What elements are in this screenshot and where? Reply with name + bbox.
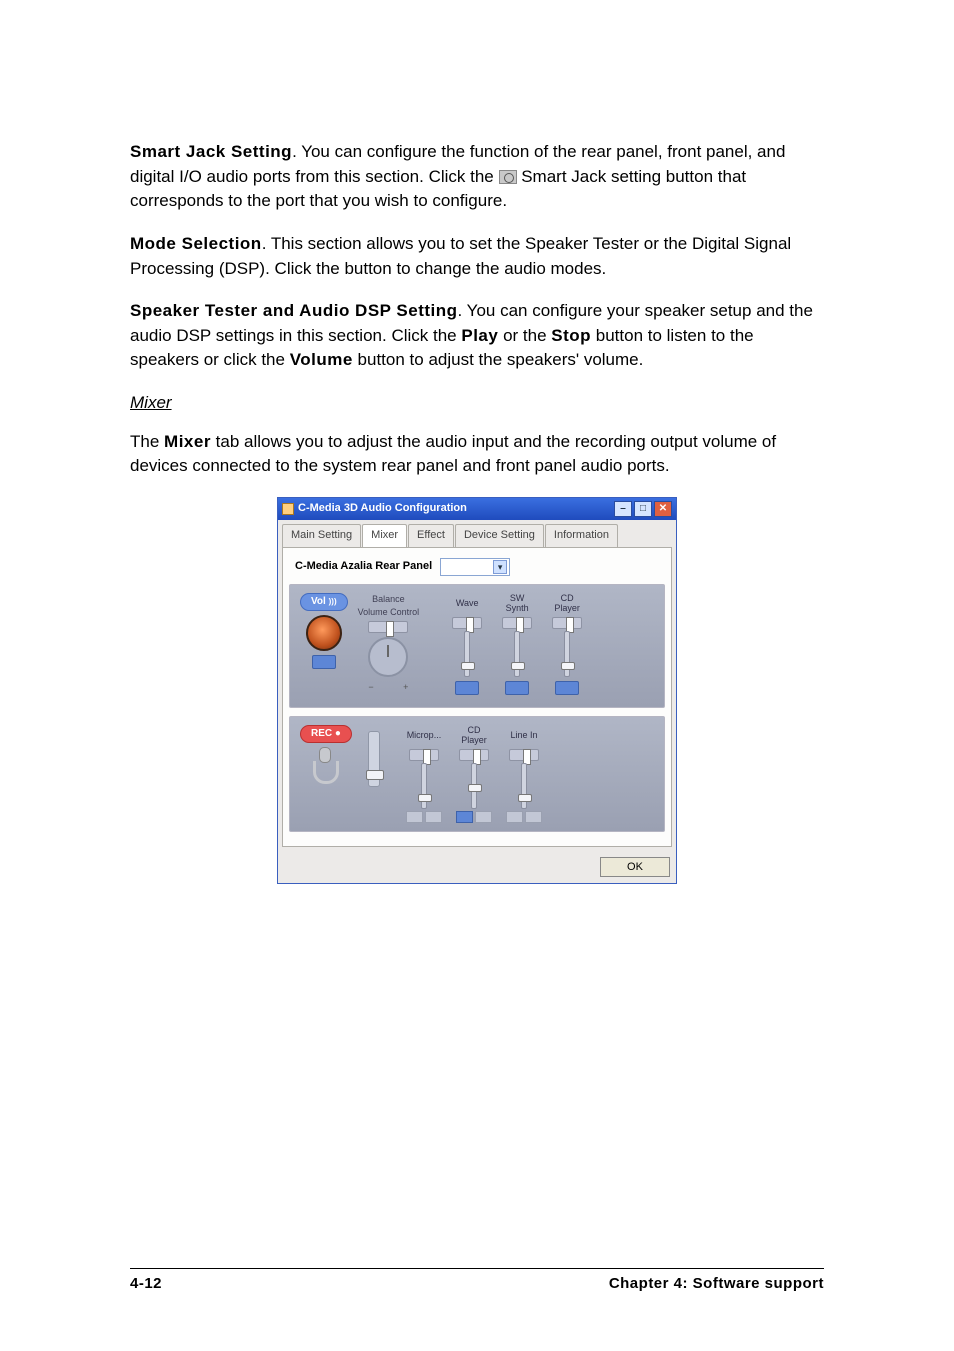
volume-control-col: Balance Volume Control −+ bbox=[358, 593, 420, 694]
linein-slider[interactable] bbox=[521, 763, 527, 809]
rec-cd-opt[interactable] bbox=[475, 811, 492, 823]
linein-balance[interactable] bbox=[509, 749, 539, 761]
rec-master-slider[interactable] bbox=[368, 731, 380, 787]
volume-control-label: Volume Control bbox=[358, 606, 420, 619]
paragraph-speaker-tester: Speaker Tester and Audio DSP Setting. Yo… bbox=[130, 299, 824, 373]
tab-mixer[interactable]: Mixer bbox=[362, 524, 407, 547]
device-select[interactable]: ▾ bbox=[440, 558, 510, 576]
micro-opt[interactable] bbox=[425, 811, 442, 823]
slider-micro: Microp... bbox=[406, 725, 442, 823]
tab-device-setting[interactable]: Device Setting bbox=[455, 524, 544, 547]
tab-body: C-Media Azalia Rear Panel ▾ Vol ))) Bala… bbox=[282, 547, 672, 847]
mixer-subheading: Mixer bbox=[130, 391, 824, 416]
volume-panel: Vol ))) Balance Volume Control −+ Wave bbox=[289, 584, 665, 708]
micro-balance[interactable] bbox=[409, 749, 439, 761]
volume-dial[interactable] bbox=[368, 637, 408, 677]
linein-mute[interactable] bbox=[506, 811, 523, 823]
balance-slider[interactable] bbox=[368, 621, 408, 633]
stop-label: Stop bbox=[551, 326, 591, 345]
smart-jack-icon bbox=[499, 170, 517, 184]
synth-mute[interactable] bbox=[505, 681, 529, 695]
linein-opt[interactable] bbox=[525, 811, 542, 823]
ok-button[interactable]: OK bbox=[600, 857, 670, 877]
text: or the bbox=[498, 326, 551, 345]
tab-main-setting[interactable]: Main Setting bbox=[282, 524, 361, 547]
play-label: Play bbox=[461, 326, 498, 345]
app-window: C-Media 3D Audio Configuration – □ ✕ Mai… bbox=[277, 497, 677, 884]
slider-rec-cd: CD Player bbox=[456, 725, 492, 823]
rec-cd-balance[interactable] bbox=[459, 749, 489, 761]
heading-mode-selection: Mode Selection bbox=[130, 234, 262, 253]
rec-master-col bbox=[362, 725, 386, 789]
device-select-row: C-Media Azalia Rear Panel ▾ bbox=[289, 554, 665, 584]
paragraph-smart-jack: Smart Jack Setting. You can configure th… bbox=[130, 140, 824, 214]
cd-slider[interactable] bbox=[564, 631, 570, 677]
heading-smart-jack: Smart Jack Setting bbox=[130, 142, 292, 161]
slider-sw-synth: SW Synth bbox=[499, 593, 535, 699]
text: tab allows you to adjust the audio input… bbox=[130, 432, 776, 476]
master-volume-knob[interactable] bbox=[306, 615, 342, 651]
app-icon bbox=[282, 503, 294, 515]
micro-slider[interactable] bbox=[421, 763, 427, 809]
rec-badge: REC ● bbox=[300, 725, 352, 744]
text: button to adjust the speakers' volume. bbox=[353, 350, 644, 369]
micro-mute[interactable] bbox=[406, 811, 423, 823]
dialog-footer: OK bbox=[278, 851, 676, 883]
minimize-button[interactable]: – bbox=[614, 501, 632, 517]
page-footer: 4-12 Chapter 4: Software support bbox=[130, 1268, 824, 1295]
device-select-label: C-Media Azalia Rear Panel bbox=[295, 559, 432, 575]
playback-sliders: Wave SW Synth CD Player bbox=[449, 593, 585, 699]
cd-balance[interactable] bbox=[552, 617, 582, 629]
heading-speaker-tester: Speaker Tester and Audio DSP Setting bbox=[130, 301, 458, 320]
text: The bbox=[130, 432, 164, 451]
balance-label: Balance bbox=[358, 593, 420, 606]
chapter-label: Chapter 4: Software support bbox=[609, 1273, 824, 1295]
tab-effect[interactable]: Effect bbox=[408, 524, 454, 547]
chevron-down-icon[interactable]: ▾ bbox=[493, 560, 507, 574]
tab-information[interactable]: Information bbox=[545, 524, 618, 547]
master-mute-button[interactable] bbox=[312, 655, 336, 669]
wave-mute[interactable] bbox=[455, 681, 479, 695]
window-title: C-Media 3D Audio Configuration bbox=[298, 501, 467, 517]
wave-slider[interactable] bbox=[464, 631, 470, 677]
paragraph-mode-selection: Mode Selection. This section allows you … bbox=[130, 232, 824, 281]
rec-cd-slider[interactable] bbox=[471, 763, 477, 809]
mixer-label: Mixer bbox=[164, 432, 211, 451]
close-button[interactable]: ✕ bbox=[654, 501, 672, 517]
titlebar[interactable]: C-Media 3D Audio Configuration – □ ✕ bbox=[278, 498, 676, 520]
recording-sliders: Microp... CD Player bbox=[406, 725, 542, 823]
wave-balance[interactable] bbox=[452, 617, 482, 629]
paragraph-mixer-intro: The Mixer tab allows you to adjust the a… bbox=[130, 430, 824, 479]
synth-slider[interactable] bbox=[514, 631, 520, 677]
slider-cd-player: CD Player bbox=[549, 593, 585, 699]
slider-line-in: Line In bbox=[506, 725, 542, 823]
slider-wave: Wave bbox=[449, 593, 485, 699]
volume-label: Volume bbox=[290, 350, 353, 369]
vol-badge: Vol ))) bbox=[300, 593, 348, 612]
page-number: 4-12 bbox=[130, 1273, 162, 1295]
tab-strip: Main Setting Mixer Effect Device Setting… bbox=[278, 520, 676, 547]
maximize-button[interactable]: □ bbox=[634, 501, 652, 517]
recording-panel: REC ● Microp... bbox=[289, 716, 665, 832]
cd-mute[interactable] bbox=[555, 681, 579, 695]
rec-cd-mute[interactable] bbox=[456, 811, 473, 823]
synth-balance[interactable] bbox=[502, 617, 532, 629]
microphone-icon bbox=[313, 747, 339, 783]
